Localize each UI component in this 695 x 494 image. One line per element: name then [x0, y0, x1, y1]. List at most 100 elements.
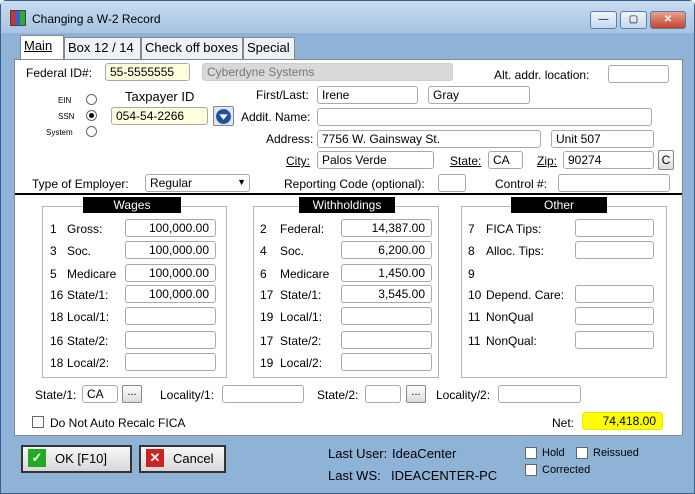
- close-button[interactable]: ✕: [650, 11, 686, 29]
- city-label-text: City:: [286, 154, 310, 168]
- maximize-button[interactable]: ▢: [620, 11, 647, 29]
- alt-addr-field[interactable]: [608, 65, 669, 83]
- ein-radio[interactable]: [86, 94, 97, 105]
- other-row-num: 8: [468, 244, 475, 258]
- federal-id-field[interactable]: 55-5555555: [105, 63, 190, 81]
- ssn-radio[interactable]: [86, 110, 97, 121]
- wages-row-label: State/2:: [67, 334, 109, 348]
- tab-main[interactable]: Main: [20, 35, 64, 59]
- wages-row-field[interactable]: 100,000.00: [125, 241, 216, 259]
- wages-row-label: Soc.: [67, 244, 92, 258]
- wages-row-field[interactable]: 100,000.00: [125, 219, 216, 237]
- type-of-employer-select[interactable]: Regular ▼: [145, 174, 250, 192]
- tab-check-label: Check off boxes: [145, 40, 238, 55]
- lookup-down-icon[interactable]: [213, 106, 234, 126]
- minimize-button[interactable]: —: [590, 11, 617, 29]
- withholdings-row-num: 2: [260, 222, 267, 236]
- do-not-recalc-label: Do Not Auto Recalc FICA: [50, 416, 186, 430]
- withholdings-row-label: Soc.: [280, 244, 305, 258]
- withholdings-row-field[interactable]: 1,450.00: [341, 264, 432, 282]
- net-label: Net:: [552, 416, 575, 430]
- system-radio[interactable]: [86, 126, 97, 137]
- locality2-label: Locality/2:: [436, 388, 491, 402]
- tab-box-12-14[interactable]: Box 12 / 14: [64, 37, 141, 59]
- withholdings-row-field[interactable]: [341, 307, 432, 325]
- wages-row-num: 5: [50, 267, 57, 281]
- state1-label: State/1:: [35, 388, 77, 402]
- addit-name-label: Addit. Name:: [241, 110, 311, 124]
- withholdings-row-field[interactable]: 14,387.00: [341, 219, 432, 237]
- wages-row-num: 16: [50, 288, 64, 302]
- state1-browse-button[interactable]: ...: [122, 385, 142, 403]
- other-row-label: NonQual:: [486, 334, 537, 348]
- address2-field[interactable]: Unit 507: [551, 130, 654, 148]
- locality2-field[interactable]: [498, 385, 581, 403]
- other-row-field[interactable]: [575, 285, 654, 303]
- wages-row-num: 3: [50, 244, 57, 258]
- cancel-button[interactable]: ✕ Cancel: [139, 445, 226, 473]
- locality1-field[interactable]: [222, 385, 304, 403]
- state2-browse-button[interactable]: ...: [406, 385, 426, 403]
- wages-row-label: Local/2:: [67, 356, 110, 370]
- other-row-field[interactable]: [575, 331, 654, 349]
- alt-addr-label: Alt. addr. location:: [494, 68, 590, 82]
- wages-row-field[interactable]: 100,000.00: [125, 264, 216, 282]
- window-title: Changing a W-2 Record: [32, 12, 161, 26]
- address-field[interactable]: 7756 W. Gainsway St.: [317, 130, 541, 148]
- withholdings-row-label: State/2:: [280, 334, 322, 348]
- state2-field[interactable]: [365, 385, 401, 403]
- c-button[interactable]: C: [658, 150, 674, 170]
- wages-row-num: 16: [50, 334, 64, 348]
- control-field[interactable]: [558, 174, 670, 192]
- tab-special-label: Special: [247, 40, 290, 55]
- withholdings-row-field[interactable]: 6,200.00: [341, 241, 432, 259]
- reissued-checkbox[interactable]: [576, 447, 588, 459]
- last-name-field[interactable]: Gray: [428, 86, 530, 104]
- ok-button-label: OK [F10]: [55, 451, 108, 466]
- ssn-label: SSN: [58, 112, 75, 121]
- tab-special[interactable]: Special: [243, 37, 295, 59]
- withholdings-row-num: 17: [260, 334, 274, 348]
- last-user-value: IdeaCenter: [392, 446, 457, 461]
- first-last-label: First/Last:: [256, 88, 309, 102]
- addit-name-field[interactable]: [317, 108, 652, 126]
- wages-row-field[interactable]: [125, 331, 216, 349]
- city-label: City:: [286, 154, 310, 168]
- other-row-num: 7: [468, 222, 475, 236]
- ok-button[interactable]: ✓ OK [F10]: [21, 445, 132, 473]
- city-field[interactable]: Palos Verde: [317, 151, 434, 169]
- withholdings-row-num: 6: [260, 267, 267, 281]
- corrected-checkbox[interactable]: [525, 464, 537, 476]
- address-label: Address:: [266, 132, 314, 146]
- hold-checkbox[interactable]: [525, 447, 537, 459]
- wages-row-num: 1: [50, 222, 57, 236]
- zip-field[interactable]: 90274: [563, 151, 654, 169]
- taxpayer-id-label: Taxpayer ID: [125, 89, 195, 104]
- tab-main-label: Main: [24, 38, 53, 53]
- other-row-field[interactable]: [575, 307, 654, 325]
- control-label: Control #:: [495, 177, 548, 191]
- other-row-label: Alloc. Tips:: [486, 244, 545, 258]
- first-name-field[interactable]: Irene: [317, 86, 418, 104]
- wages-row-field[interactable]: [125, 307, 216, 325]
- company-name-field: Cyberdyne Systems: [202, 63, 453, 81]
- reporting-code-field[interactable]: [438, 174, 466, 192]
- wages-row-field[interactable]: [125, 353, 216, 371]
- net-amount: 74,418.00: [582, 412, 663, 430]
- withholdings-row-field[interactable]: 3,545.00: [341, 285, 432, 303]
- other-row-num: 11: [468, 334, 481, 348]
- other-row-field[interactable]: [575, 219, 654, 237]
- withholdings-row-field[interactable]: [341, 353, 432, 371]
- wages-row-field[interactable]: 100,000.00: [125, 285, 216, 303]
- zip-label-text: Zip:: [537, 154, 558, 168]
- state-field[interactable]: CA: [488, 151, 523, 169]
- reissued-label: Reissued: [593, 447, 639, 459]
- withholdings-row-field[interactable]: [341, 331, 432, 349]
- other-row-field[interactable]: [575, 241, 654, 259]
- tab-check-off-boxes[interactable]: Check off boxes: [141, 37, 243, 59]
- state2-label: State/2:: [317, 388, 359, 402]
- taxpayer-id-field[interactable]: 054-54-2266: [111, 107, 208, 125]
- state1-field[interactable]: CA: [82, 385, 118, 403]
- state-label-text: State:: [450, 154, 482, 168]
- do-not-recalc-checkbox[interactable]: [32, 416, 44, 428]
